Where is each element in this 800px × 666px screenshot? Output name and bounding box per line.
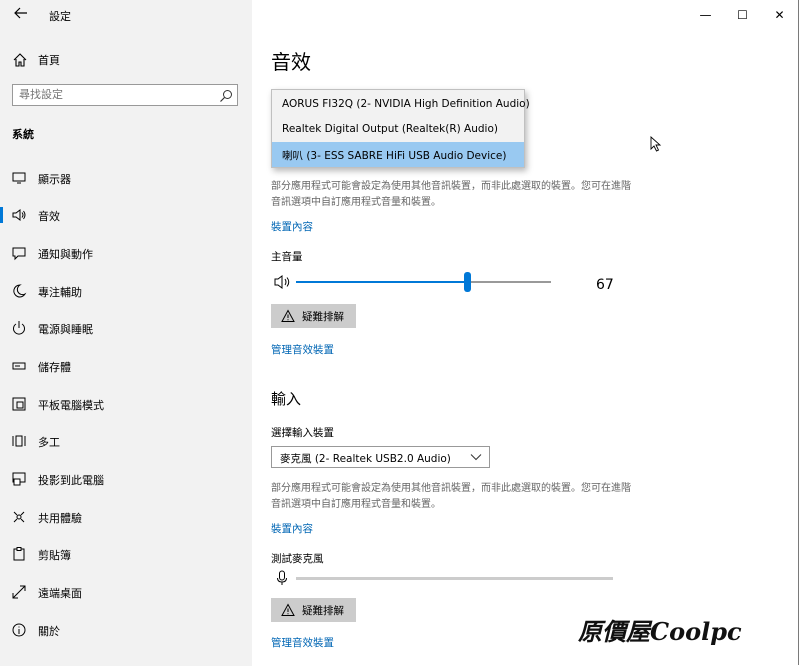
search-input[interactable] [19,88,209,101]
input-heading: 輸入 [271,390,302,408]
master-volume-value: 67 [596,277,614,293]
clipboard-icon [11,546,27,562]
warning-icon [281,309,295,323]
sidebar-item-label: 儲存體 [38,361,71,374]
sidebar-item-label: 多工 [38,436,60,449]
chevron-down-icon [470,452,482,462]
tablet-icon [11,396,27,412]
home-icon [12,52,28,68]
sidebar-item-shared-experiences[interactable]: 共用體驗 [0,502,252,532]
choose-input-label: 選擇輸入裝置 [271,427,334,439]
sidebar-item-clipboard[interactable]: 剪貼簿 [0,539,252,569]
monitor-icon [11,170,27,186]
maximize-button[interactable]: ☐ [724,0,761,30]
page-title: 音效 [271,50,311,74]
search-box[interactable] [12,84,238,106]
sidebar-item-label: 電源與睡眠 [38,323,93,336]
back-arrow-icon[interactable] [10,6,32,24]
speaker-icon [11,207,27,223]
sidebar-item-sound[interactable]: 音效 [0,200,252,230]
dropdown-option-label: 喇叭 (3- ESS SABRE HiFi USB Audio Device) [282,150,507,162]
master-volume-slider-fill [296,281,467,283]
input-device-properties-link[interactable]: 裝置內容 [271,521,313,536]
sidebar-item-label: 遠端桌面 [38,587,82,600]
storage-icon [11,358,27,374]
sidebar-item-focus-assist[interactable]: 專注輔助 [0,276,252,306]
remote-desktop-icon [11,584,27,600]
output-troubleshoot-button[interactable]: 疑難排解 [271,304,356,328]
settings-window: 設定 首頁 系統 顯示器 音效 通知與動作 專注輔助 [0,0,799,666]
project-icon [11,471,27,487]
dropdown-option-selected[interactable]: 喇叭 (3- ESS SABRE HiFi USB Audio Device) [272,142,524,167]
search-icon[interactable] [219,88,233,102]
input-device-value: 麥克風 (2- Realtek USB2.0 Audio) [280,453,451,465]
info-icon [11,622,27,638]
minimize-button[interactable]: — [687,0,724,30]
sidebar-item-label: 共用體驗 [38,512,82,525]
window-controls: — ☐ ✕ [687,0,798,30]
output-description: 部分應用程式可能會設定為使用其他音訊裝置，而非此處選取的裝置。您可在進階音訊選項… [271,181,631,208]
sidebar-item-label: 關於 [38,625,60,638]
input-device-select[interactable]: 麥克風 (2- Realtek USB2.0 Audio) [271,446,490,468]
input-description: 部分應用程式可能會設定為使用其他音訊裝置，而非此處選取的裝置。您可在進階音訊選項… [271,483,631,510]
dropdown-option[interactable]: AORUS FI32Q (2- NVIDIA High Definition A… [272,92,530,117]
output-manage-devices-link[interactable]: 管理音效裝置 [271,342,334,357]
sidebar-item-display[interactable]: 顯示器 [0,163,252,193]
output-device-dropdown[interactable]: AORUS FI32Q (2- NVIDIA High Definition A… [271,89,530,168]
mouse-cursor-icon [650,135,662,152]
sidebar-item-notifications[interactable]: 通知與動作 [0,238,252,268]
watermark-logo: 原價屋Coolpc [578,612,778,646]
section-label-system: 系統 [12,128,34,141]
sidebar-item-label: 平板電腦模式 [38,399,104,412]
shared-icon [11,509,27,525]
dropdown-option[interactable]: Realtek Digital Output (Realtek(R) Audio… [272,117,524,142]
master-volume-slider[interactable] [296,272,551,292]
master-volume-label: 主音量 [271,251,303,263]
moon-icon [11,283,27,299]
sidebar-item-about[interactable]: 關於 [0,615,252,645]
sidebar-item-label: 投影到此電腦 [38,474,104,487]
troubleshoot-label: 疑難排解 [302,311,344,323]
sidebar-item-label: 通知與動作 [38,248,93,261]
multitask-icon [11,433,27,449]
sidebar-item-label: 專注輔助 [38,286,82,299]
sidebar-item-projecting[interactable]: 投影到此電腦 [0,464,252,494]
microphone-icon [276,570,288,586]
input-manage-devices-link[interactable]: 管理音效裝置 [271,635,334,650]
sidebar: 設定 首頁 系統 顯示器 音效 通知與動作 專注輔助 [0,0,252,666]
troubleshoot-label: 疑難排解 [302,605,344,617]
warning-icon [281,603,295,617]
sidebar-item-remote-desktop[interactable]: 遠端桌面 [0,577,252,607]
window-title: 設定 [49,10,71,23]
sidebar-item-storage[interactable]: 儲存體 [0,351,252,381]
dropdown-option-label: AORUS FI32Q (2- NVIDIA High Definition A… [282,98,530,110]
microphone-level-bar [296,577,613,580]
sidebar-item-label: 首頁 [38,54,60,67]
sidebar-item-label: 音效 [38,210,60,223]
sidebar-item-multitasking[interactable]: 多工 [0,426,252,456]
test-microphone-label: 測試麥克風 [271,553,324,565]
sidebar-item-power[interactable]: 電源與睡眠 [0,313,252,343]
sidebar-item-label: 顯示器 [38,173,71,186]
master-volume-slider-thumb[interactable] [463,272,471,292]
sidebar-item-home[interactable]: 首頁 [0,46,252,74]
close-button[interactable]: ✕ [761,0,798,30]
notification-icon [11,245,27,261]
input-troubleshoot-button[interactable]: 疑難排解 [271,598,356,622]
sidebar-item-label: 剪貼簿 [38,549,71,562]
dropdown-option-label: Realtek Digital Output (Realtek(R) Audio… [282,123,498,135]
power-icon [11,320,27,336]
output-device-properties-link[interactable]: 裝置內容 [271,219,313,234]
sidebar-item-tablet-mode[interactable]: 平板電腦模式 [0,389,252,419]
volume-speaker-icon[interactable] [274,274,292,290]
watermark-text: 原價屋Coolpc [578,617,742,646]
